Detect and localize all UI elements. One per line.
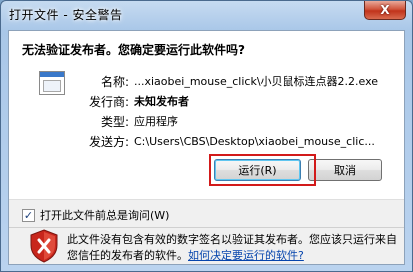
- publisher-label: 发行商:: [88, 94, 129, 109]
- name-label: 名称:: [100, 74, 129, 89]
- cancel-button[interactable]: 取消: [308, 159, 382, 181]
- always-ask-option[interactable]: ✓ 打开此文件前总是询问(W): [22, 207, 169, 223]
- always-ask-label[interactable]: 打开此文件前总是询问(W): [40, 207, 169, 223]
- window-title: 打开文件 - 安全警告: [9, 8, 123, 22]
- info-row-from: 发送方: C:\Users\CBS\Desktop\xiaobei_mouse_…: [79, 131, 399, 151]
- application-file-icon: [39, 71, 65, 95]
- publisher-value: 未知发布者: [134, 95, 189, 108]
- from-value: C:\Users\CBS\Desktop\xiaobei_mouse_clic.…: [134, 134, 375, 148]
- close-icon: X: [380, 3, 390, 17]
- always-ask-checkbox[interactable]: ✓: [22, 208, 35, 222]
- from-label: 发送方:: [88, 134, 129, 149]
- warning-message: 此文件没有包含有效的数字签名以验证其发布者。您应该只运行来自您信任的发布者的软件…: [67, 232, 402, 264]
- dialog-client-area: 无法验证发布者。您确定要运行此软件吗? 名称: ...xiaobei_mouse…: [8, 30, 405, 265]
- type-value: 应用程序: [134, 115, 178, 128]
- help-link[interactable]: 如何决定要运行的软件?: [188, 249, 304, 262]
- close-button[interactable]: X: [364, 1, 406, 20]
- title-bar[interactable]: 打开文件 - 安全警告 X: [1, 1, 412, 29]
- run-button[interactable]: 运行(R): [214, 159, 301, 181]
- dialog-question: 无法验证发布者。您确定要运行此软件吗?: [22, 43, 245, 57]
- name-value: ...xiaobei_mouse_click\小贝鼠标连点器2.2.exe: [134, 75, 379, 88]
- shield-warning-icon: [30, 229, 58, 263]
- info-row-type: 类型: 应用程序: [79, 111, 399, 131]
- file-info: 名称: ...xiaobei_mouse_click\小贝鼠标连点器2.2.ex…: [79, 71, 399, 151]
- info-row-publisher: 发行商: 未知发布者: [79, 91, 399, 111]
- divider: [9, 227, 404, 228]
- security-warning-window: 打开文件 - 安全警告 X 无法验证发布者。您确定要运行此软件吗? 名称: ..…: [0, 0, 413, 272]
- dialog-content: 无法验证发布者。您确定要运行此软件吗? 名称: ...xiaobei_mouse…: [9, 31, 404, 200]
- info-row-name: 名称: ...xiaobei_mouse_click\小贝鼠标连点器2.2.ex…: [79, 71, 399, 91]
- type-label: 类型:: [100, 114, 129, 129]
